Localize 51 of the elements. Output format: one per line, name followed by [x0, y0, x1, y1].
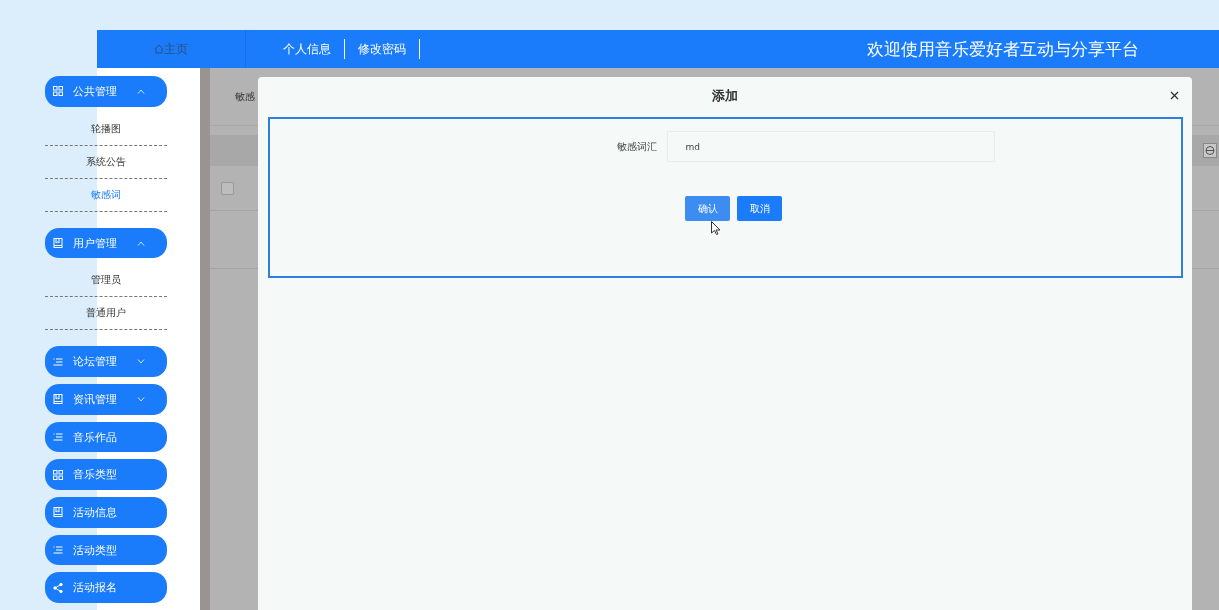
nav-link[interactable]: 个人信息 [270, 39, 345, 59]
book-icon [53, 394, 63, 405]
confirm-button[interactable]: 确认 [685, 196, 730, 221]
field-label: 敏感词汇 [615, 139, 657, 154]
menu-label[interactable]: 活动类型 [73, 542, 159, 558]
print-icon[interactable] [1203, 143, 1217, 158]
chevron-up-icon [137, 88, 145, 94]
book-icon [53, 507, 63, 518]
menu-label[interactable]: 音乐作品 [73, 429, 159, 445]
menu-label[interactable]: 活动报名 [73, 580, 159, 596]
home-label[interactable]: 主页 [164, 40, 188, 58]
search-label: 敏感 [235, 89, 255, 104]
cancel-button[interactable]: 取消 [737, 196, 782, 221]
nav-link[interactable]: 修改密码 [345, 39, 420, 59]
input-field[interactable]: md [666, 131, 995, 162]
submenu-item[interactable]: 普通用户 [45, 297, 167, 331]
close-icon[interactable] [1169, 90, 1179, 100]
menu-item[interactable]: 活动类型 [45, 534, 167, 566]
list-icon [53, 432, 63, 442]
row-checkbox[interactable] [221, 181, 234, 195]
menu-label[interactable]: 活动信息 [73, 504, 159, 520]
submenu-item[interactable]: 轮播图 [45, 112, 167, 146]
menu-item[interactable]: 用户管理 [45, 227, 167, 259]
home-icon [154, 44, 164, 54]
grid-icon [53, 86, 63, 97]
menu-label[interactable]: 音乐类型 [73, 467, 159, 483]
grid-icon [53, 469, 63, 480]
menu-item[interactable]: 活动信息 [45, 497, 167, 528]
book-icon [53, 238, 63, 248]
list-icon [53, 545, 63, 556]
cursor-icon [711, 221, 721, 235]
menu-item[interactable]: 公共管理 [45, 76, 167, 107]
menu-item[interactable]: 论坛管理 [45, 346, 167, 377]
submenu-item[interactable]: 管理员 [45, 264, 167, 298]
menu-label[interactable]: 用户管理 [73, 235, 137, 251]
dialog-title: 添加 [712, 87, 738, 105]
menu-item[interactable]: 活动报名 [45, 572, 167, 604]
site-title: 欢迎使用音乐爱好者互动与分享平台 [867, 37, 1139, 61]
submenu-item[interactable]: 系统公告 [45, 145, 167, 179]
menu-item[interactable]: 音乐作品 [45, 421, 167, 453]
list-icon [53, 356, 63, 367]
submenu-item[interactable]: 敏感词 [45, 178, 167, 212]
share-icon [53, 582, 63, 593]
menu-item[interactable]: 资讯管理 [45, 384, 167, 415]
menu-label[interactable]: 论坛管理 [73, 354, 137, 370]
chevron-down-icon [137, 396, 145, 402]
menu-label[interactable]: 公共管理 [73, 83, 137, 99]
menu-item[interactable]: 音乐类型 [45, 459, 167, 491]
menu-label[interactable]: 资讯管理 [73, 391, 137, 407]
chevron-down-icon [137, 359, 145, 365]
chevron-up-icon [137, 240, 145, 246]
